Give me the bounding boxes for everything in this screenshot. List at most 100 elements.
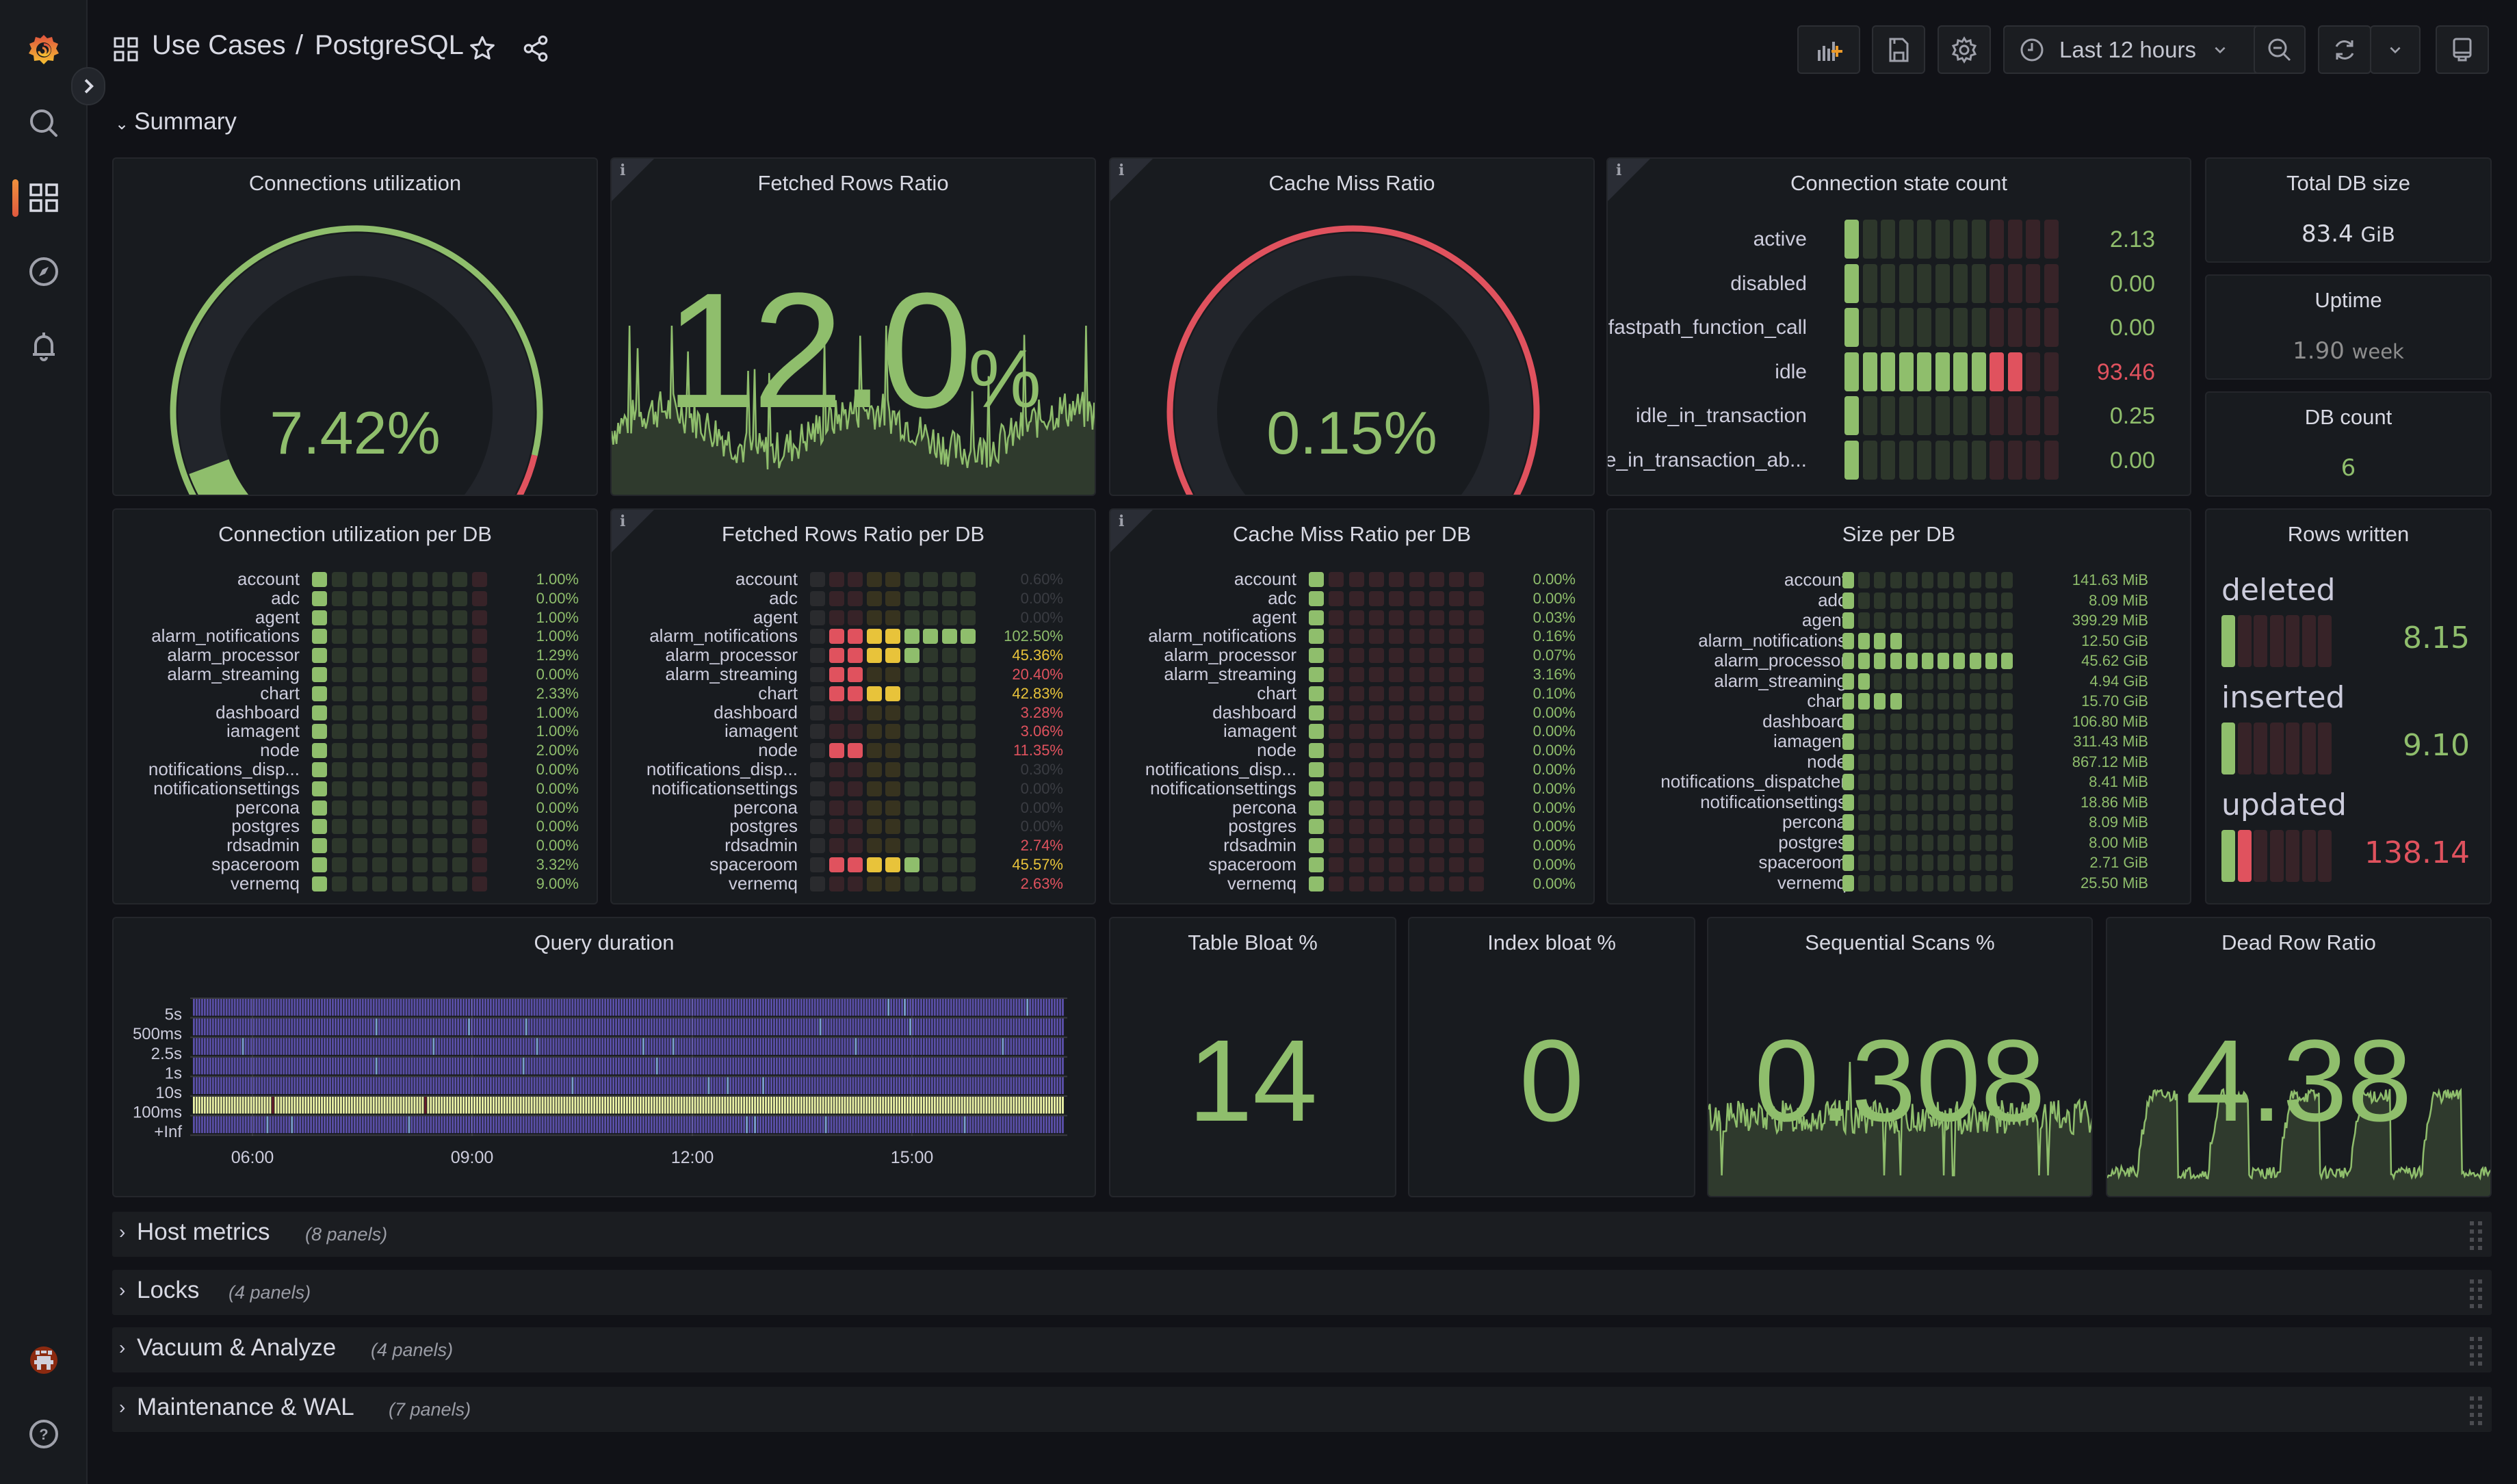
panel-cache-miss-ratio[interactable]: i Cache Miss Ratio 0.15%: [1109, 157, 1595, 496]
bar-gauge-row[interactable]: adc 0.00%: [1110, 588, 1593, 608]
bar-gauge-row[interactable]: iamagent 3.06%: [612, 722, 1095, 741]
row-host-metrics[interactable]: › Host metrics (8 panels): [112, 1212, 2492, 1257]
panel-uptime[interactable]: Uptime 1.90 week: [2205, 274, 2492, 380]
bar-gauge-row[interactable]: alarm_processor 1.29%: [114, 645, 597, 665]
bar-gauge-row[interactable]: node 0.00%: [1110, 740, 1593, 760]
bar-gauge-row[interactable]: notificationsettings 0.00%: [612, 779, 1095, 798]
bar-gauge-row[interactable]: active 2.13: [1608, 218, 2190, 262]
bar-gauge-row[interactable]: account 0.60%: [612, 569, 1095, 589]
panel-index-bloat[interactable]: Index bloat % 0: [1408, 917, 1695, 1197]
bar-gauge-row[interactable]: vernemq 0.00%: [1110, 874, 1593, 894]
bar-gauge-row[interactable]: notifications_disp... 0.00%: [114, 759, 597, 779]
bar-gauge-row[interactable]: alarm_processor 45.62 GiB: [1608, 650, 2190, 671]
bar-gauge-row[interactable]: alarm_notifications 12.50 GiB: [1608, 630, 2190, 651]
add-panel-button[interactable]: [1797, 25, 1860, 74]
panel-size-per-db[interactable]: Size per DB account 141.63 MiB adc 8.09 MiB…: [1606, 508, 2191, 904]
breadcrumb-parent[interactable]: Use Cases: [152, 30, 286, 61]
bar-gauge-row[interactable]: chart 15.70 GiB: [1608, 690, 2190, 712]
panel-cache-miss-ratio-per-db[interactable]: i Cache Miss Ratio per DB account 0.00% ad…: [1109, 508, 1595, 904]
panel-query-duration[interactable]: Query duration 5s 500ms 2.5s 1s 10s 100ms +Inf…: [112, 917, 1096, 1197]
bar-gauge-row[interactable]: agent 399.29 MiB: [1608, 610, 2190, 631]
bar-gauge-row[interactable]: vernemq 9.00%: [114, 874, 597, 894]
bar-gauge-row[interactable]: dashboard 0.00%: [1110, 703, 1593, 723]
row-maintenance-wal[interactable]: › Maintenance & WAL (7 panels): [112, 1387, 2492, 1432]
bar-gauge-row[interactable]: fastpath_function_call 0.00: [1608, 306, 2190, 350]
bar-gauge-row[interactable]: account 141.63 MiB: [1608, 569, 2190, 590]
bar-gauge-row[interactable]: rdsadmin 0.00%: [114, 835, 597, 855]
bar-gauge-row[interactable]: account 1.00%: [114, 569, 597, 589]
bar-gauge-row[interactable]: spaceroom 2.71 GiB: [1608, 852, 2190, 873]
bar-gauge-row[interactable]: dashboard 106.80 MiB: [1608, 711, 2190, 732]
zoom-out-button[interactable]: [2254, 25, 2306, 74]
bar-gauge-row[interactable]: percona 8.09 MiB: [1608, 811, 2190, 833]
bar-gauge-row[interactable]: vernemq 25.50 MiB: [1608, 872, 2190, 894]
bar-gauge-row[interactable]: node 11.35%: [612, 740, 1095, 760]
bar-gauge-row[interactable]: chart 0.10%: [1110, 684, 1593, 703]
bar-gauge-row[interactable]: percona 0.00%: [1110, 798, 1593, 818]
bar-gauge-row[interactable]: notificationsettings 0.00%: [1110, 779, 1593, 798]
drag-handle-icon[interactable]: [2470, 1279, 2486, 1308]
panel-sequential-scans[interactable]: Sequential Scans % 0.308: [1707, 917, 2093, 1197]
expand-sidebar-button[interactable]: [71, 67, 105, 105]
panel-table-bloat[interactable]: Table Bloat % 14: [1109, 917, 1396, 1197]
bar-gauge-row[interactable]: alarm_streaming 3.16%: [1110, 664, 1593, 684]
alerting-bell-icon[interactable]: [23, 326, 64, 367]
summary-row-toggle[interactable]: ⌄ Summary: [115, 108, 237, 135]
dashboards-icon[interactable]: [23, 177, 64, 218]
drag-handle-icon[interactable]: [2470, 1337, 2486, 1366]
bar-gauge-row[interactable]: postgres 0.00%: [612, 817, 1095, 836]
bar-gauge-row[interactable]: notifications_disp... 0.30%: [612, 759, 1095, 779]
bar-gauge-row[interactable]: account 0.00%: [1110, 569, 1593, 589]
user-avatar[interactable]: [23, 1340, 64, 1381]
search-icon[interactable]: [23, 103, 64, 144]
bar-gauge-row[interactable]: dashboard 1.00%: [114, 703, 597, 723]
bar-gauge-row[interactable]: rdsadmin 0.00%: [1110, 835, 1593, 855]
tv-mode-button[interactable]: [2436, 25, 2489, 74]
bar-gauge-row[interactable]: notifications_disp... 0.00%: [1110, 759, 1593, 779]
panel-connection-utilization-per-db[interactable]: Connection utilization per DB account 1.0…: [112, 508, 598, 904]
bar-gauge-row[interactable]: alarm_streaming 0.00%: [114, 664, 597, 684]
bar-gauge-row[interactable]: agent 0.03%: [1110, 608, 1593, 627]
bar-gauge-row[interactable]: agent 1.00%: [114, 608, 597, 627]
bar-gauge-row[interactable]: postgres 0.00%: [114, 817, 597, 836]
bar-gauge-row[interactable]: postgres 8.00 MiB: [1608, 832, 2190, 853]
bar-gauge-row[interactable]: idle 93.46: [1608, 350, 2190, 395]
bar-gauge-row[interactable]: percona 0.00%: [114, 798, 597, 818]
bar-gauge-row[interactable]: inserted 9.10: [2206, 680, 2490, 783]
panel-connections-utilization[interactable]: Connections utilization 7.42%: [112, 157, 598, 496]
bar-gauge-row[interactable]: rdsadmin 2.74%: [612, 835, 1095, 855]
panel-fetched-rows-ratio[interactable]: i Fetched Rows Ratio 12.0%: [610, 157, 1096, 496]
panel-rows-written[interactable]: Rows written deleted 8.15 inserted 9.10 upda…: [2205, 508, 2492, 904]
help-icon[interactable]: ?: [23, 1414, 64, 1455]
bar-gauge-row[interactable]: node 2.00%: [114, 740, 597, 760]
dashboard-title[interactable]: PostgreSQL: [315, 30, 464, 61]
panel-total-db-size[interactable]: Total DB size 83.4 GiB: [2205, 157, 2492, 263]
bar-gauge-row[interactable]: alarm_processor 45.36%: [612, 645, 1095, 665]
refresh-button[interactable]: [2318, 25, 2371, 74]
query-duration-heatmap[interactable]: 5s500ms2.5s1s10s100ms+Inf06:00 09:00 12:00…: [114, 918, 1096, 1197]
time-range-picker[interactable]: Last 12 hours: [2003, 25, 2281, 74]
refresh-interval-dropdown[interactable]: [2370, 25, 2421, 74]
bar-gauge-row[interactable]: notifications_dispatcher 8.41 MiB: [1608, 771, 2190, 792]
bar-gauge-row[interactable]: adc 8.09 MiB: [1608, 590, 2190, 611]
row-locks[interactable]: › Locks (4 panels): [112, 1270, 2492, 1315]
row-vacuum-analyze[interactable]: › Vacuum & Analyze (4 panels): [112, 1327, 2492, 1372]
bar-gauge-row[interactable]: alarm_notifications 1.00%: [114, 627, 597, 646]
bar-gauge-row[interactable]: alarm_notifications 0.16%: [1110, 627, 1593, 646]
bar-gauge-row[interactable]: notificationsettings 0.00%: [114, 779, 597, 798]
explore-compass-icon[interactable]: [23, 251, 64, 292]
panel-dead-row-ratio[interactable]: Dead Row Ratio 4.38: [2106, 917, 2492, 1197]
bar-gauge-row[interactable]: alarm_streaming 4.94 GiB: [1608, 671, 2190, 692]
bar-gauge-row[interactable]: postgres 0.00%: [1110, 817, 1593, 836]
bar-gauge-row[interactable]: vernemq 2.63%: [612, 874, 1095, 894]
bar-gauge-row[interactable]: adc 0.00%: [612, 588, 1095, 608]
dashboard-settings-button[interactable]: [1938, 25, 1991, 74]
bar-gauge-row[interactable]: dashboard 3.28%: [612, 703, 1095, 723]
bar-gauge-row[interactable]: percona 0.00%: [612, 798, 1095, 818]
bar-gauge-row[interactable]: spaceroom 3.32%: [114, 855, 597, 874]
bar-gauge-row[interactable]: iamagent 1.00%: [114, 722, 597, 741]
bar-gauge-row[interactable]: spaceroom 0.00%: [1110, 855, 1593, 874]
grafana-logo-icon[interactable]: [23, 29, 64, 70]
bar-gauge-row[interactable]: disabled 0.00: [1608, 262, 2190, 307]
bar-gauge-row[interactable]: alarm_processor 0.07%: [1110, 645, 1593, 665]
